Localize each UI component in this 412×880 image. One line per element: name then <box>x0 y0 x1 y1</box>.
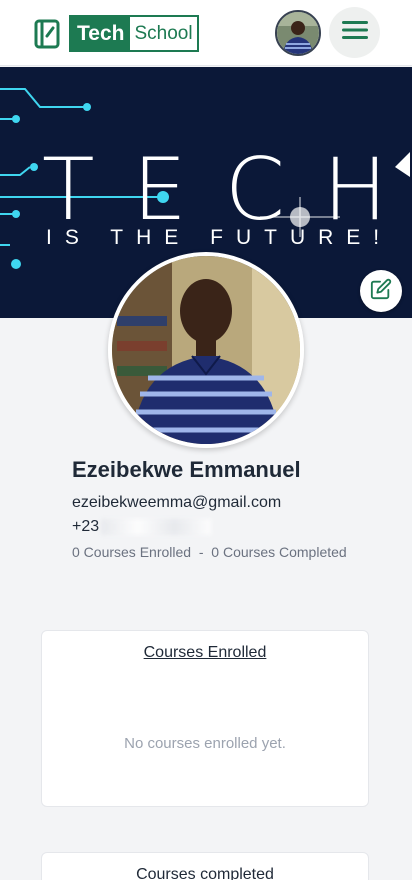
phone-redacted <box>101 518 212 535</box>
logo-wordmark: Tech School <box>69 15 199 52</box>
top-nav-bar: Tech School <box>0 0 412 66</box>
user-avatar[interactable] <box>275 10 321 56</box>
techschool-logo[interactable]: Tech School <box>33 15 199 52</box>
courses-completed-card: Courses completed <box>41 852 369 880</box>
courses-enrolled-title[interactable]: Courses Enrolled <box>42 644 368 662</box>
courses-enrolled-count: 0 Courses Enrolled <box>72 544 192 560</box>
profile-photo <box>108 252 304 448</box>
menu-button[interactable] <box>329 7 380 58</box>
user-phone: +23 <box>72 518 212 536</box>
user-name: Ezeibekwe Emmanuel <box>72 457 301 482</box>
courses-completed-title: Courses completed <box>136 866 274 880</box>
courses-completed-count: 0 Courses Completed <box>211 544 347 560</box>
phone-prefix: +23 <box>72 518 100 535</box>
logo-tech-text: Tech <box>71 17 131 50</box>
hamburger-menu-icon <box>341 20 368 45</box>
banner-title: TECH <box>42 140 412 240</box>
stats-separator: - <box>198 544 204 560</box>
courses-enrolled-empty: No courses enrolled yet. <box>124 735 286 752</box>
user-email: ezeibekweemma@gmail.com <box>72 494 282 511</box>
course-stats: 0 Courses Enrolled - 0 Courses Completed <box>72 544 347 560</box>
edit-pencil-icon <box>370 278 392 305</box>
banner-subtitle: IS THE FUTURE! <box>46 226 393 249</box>
courses-enrolled-card: Courses Enrolled No courses enrolled yet… <box>41 630 369 807</box>
edit-profile-button[interactable] <box>360 270 402 312</box>
logo-school-text: School <box>130 17 197 50</box>
book-logo-icon <box>33 18 65 50</box>
